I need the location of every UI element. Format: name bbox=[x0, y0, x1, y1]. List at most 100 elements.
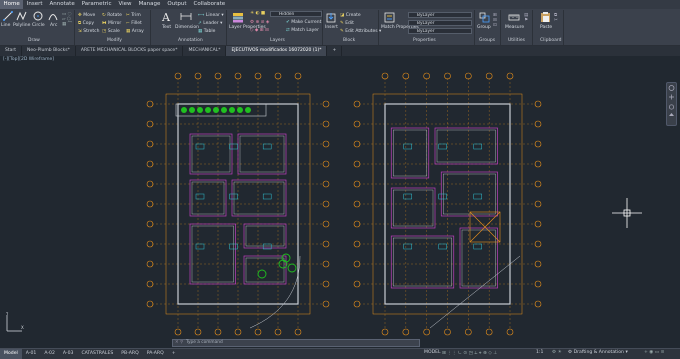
file-tab[interactable]: EJECUTIVOS modificados 16072020 (1)* bbox=[226, 46, 328, 56]
annotation-toggles[interactable]: ⚙ ☀ bbox=[552, 350, 562, 355]
text-icon[interactable]: A bbox=[161, 11, 171, 22]
insert-icon[interactable] bbox=[326, 12, 337, 23]
layout-tab[interactable]: Model bbox=[0, 349, 22, 359]
ribbon-tab-output[interactable]: Output bbox=[164, 0, 190, 9]
annotation-panel-label[interactable]: Annotation bbox=[178, 38, 203, 43]
linear-button[interactable]: ⟷ Linear ▾ bbox=[198, 13, 224, 18]
polyline-icon[interactable] bbox=[16, 11, 27, 21]
grid-axis-bubble bbox=[423, 328, 430, 336]
ribbon-tab-home[interactable]: Home bbox=[0, 0, 24, 9]
move-button[interactable]: ✥ Move bbox=[78, 13, 95, 18]
file-tab[interactable]: ARETE MECHANICAL BLOCKS paper space* bbox=[76, 46, 184, 56]
layer-properties-icon[interactable] bbox=[232, 12, 244, 23]
model-space-button[interactable]: MODEL bbox=[424, 350, 441, 355]
layout-tab[interactable]: PA-ARQ bbox=[143, 349, 168, 359]
layer-tools-row1[interactable]: ⚙ ⊕ ⊘ ◈ bbox=[250, 20, 269, 25]
clipboard-panel-label[interactable]: Clipboard bbox=[540, 38, 562, 43]
layout-tab[interactable]: A-02 bbox=[40, 349, 59, 359]
layer-dropdown[interactable]: Hidden bbox=[270, 11, 322, 17]
linetype-dropdown[interactable]: ByLayer bbox=[408, 20, 472, 26]
workspace-switcher[interactable]: ⚙ Drafting & Annotation ▾ bbox=[568, 350, 628, 355]
room-inner-wall bbox=[233, 181, 285, 215]
measure-icon[interactable] bbox=[508, 12, 520, 23]
modify-panel-label[interactable]: Modify bbox=[107, 38, 122, 43]
room-inner-wall bbox=[393, 129, 427, 177]
group-button[interactable]: Group bbox=[477, 25, 491, 30]
measure-button[interactable]: Measure bbox=[505, 25, 524, 30]
dimension-button[interactable]: Dimension bbox=[175, 25, 199, 30]
rotate-button[interactable]: ↻ Rotate bbox=[102, 13, 122, 18]
insert-button[interactable]: Insert bbox=[325, 25, 338, 30]
groups-panel-label[interactable]: Groups bbox=[479, 38, 495, 43]
polyline-button[interactable]: Polyline bbox=[13, 23, 30, 28]
paste-button[interactable]: Paste bbox=[540, 25, 552, 30]
edit-attributes-button[interactable]: ✎ Edit Attributes ▾ bbox=[340, 29, 381, 34]
command-line[interactable]: ✕ ⚲ Type a command bbox=[172, 339, 420, 347]
panel-separator bbox=[378, 10, 379, 45]
match-layer-button[interactable]: ⇄ Match Layer bbox=[286, 28, 319, 33]
circle-icon[interactable] bbox=[33, 11, 43, 21]
ribbon-tab-annotate[interactable]: Annotate bbox=[46, 0, 78, 9]
mirror-button[interactable]: ⧓ Mirror bbox=[102, 21, 121, 26]
clipboard-tools[interactable]: ⧉ ✂ bbox=[554, 13, 558, 23]
layout-tab[interactable]: CATASTRALES bbox=[77, 349, 117, 359]
copy-button[interactable]: ⧉ Copy bbox=[78, 21, 94, 26]
fillet-label: Fillet bbox=[131, 21, 142, 26]
line-icon[interactable] bbox=[3, 11, 13, 21]
leader-button[interactable]: ↗ Leader ▾ bbox=[198, 21, 222, 26]
add-layout-button[interactable]: + bbox=[168, 349, 180, 359]
ribbon-tab-insert[interactable]: Insert bbox=[23, 0, 46, 9]
ribbon-tab-parametric[interactable]: Parametric bbox=[78, 0, 115, 9]
navigation-bar[interactable] bbox=[666, 82, 677, 126]
layout-tab[interactable]: A-03 bbox=[59, 349, 78, 359]
match-properties-icon[interactable] bbox=[384, 12, 395, 23]
layer-state-icons[interactable]: ☀ ◐ ■ bbox=[250, 11, 265, 16]
room-outline bbox=[434, 127, 498, 165]
stretch-button[interactable]: ⇲ Stretch bbox=[78, 29, 99, 34]
fillet-button[interactable]: ⌐ Fillet bbox=[126, 21, 142, 26]
draw-panel-label[interactable]: Draw bbox=[28, 38, 40, 43]
array-label: Array bbox=[131, 29, 144, 34]
file-tab[interactable]: MECHANICAL* bbox=[183, 46, 227, 56]
utility-tools[interactable]: ▤ ⚑ bbox=[524, 13, 528, 23]
layer-tools-row2[interactable]: ◇ ◆ ⊞ ⊟ bbox=[250, 28, 269, 33]
properties-panel-label[interactable]: Properties bbox=[413, 38, 436, 43]
layers-panel-label[interactable]: Layers bbox=[270, 38, 285, 43]
utilities-panel-label[interactable]: Utilities bbox=[508, 38, 525, 43]
table-button[interactable]: ▦ Table bbox=[198, 29, 215, 34]
grid-axis-bubble bbox=[322, 120, 330, 128]
create-block-button[interactable]: ◪ Create bbox=[340, 13, 361, 18]
draw-tools-grid[interactable]: ▭ ◌ ▱ ⬡ ▦ ⌒ bbox=[62, 12, 72, 27]
arc-icon[interactable] bbox=[48, 11, 58, 21]
ribbon-tab-manage[interactable]: Manage bbox=[135, 0, 164, 9]
grid-axis-bubble bbox=[322, 160, 330, 168]
lineweight-dropdown[interactable]: ByLayer bbox=[408, 28, 472, 34]
paste-icon[interactable] bbox=[540, 11, 551, 23]
drawing-area[interactable]: [-][Top][2D Wireframe] Y X bbox=[0, 56, 680, 348]
group-icon[interactable] bbox=[479, 12, 490, 23]
ribbon-tab-view[interactable]: View bbox=[115, 0, 135, 9]
drafting-toggles[interactable]: ⊞ ⋮⋮ ∟ ⊙ ◳ ⟂ ⌖ ⊕ ◇ ⊥ bbox=[442, 350, 497, 356]
trim-button[interactable]: ✂ Trim bbox=[126, 13, 141, 18]
new-tab-button[interactable]: + bbox=[327, 46, 343, 56]
ribbon-tab-collaborate[interactable]: Collaborate bbox=[190, 0, 229, 9]
make-current-button[interactable]: ✔ Make Current bbox=[286, 20, 321, 25]
annotation-scale[interactable]: 1:1 bbox=[536, 350, 543, 355]
arc-button[interactable]: Arc bbox=[50, 23, 57, 28]
status-bar-tools[interactable]: + ◉ ▭ ≡ bbox=[644, 350, 664, 355]
file-tab[interactable]: Neo-Plumb Blocks* bbox=[22, 46, 76, 56]
edit-block-button[interactable]: ✎ Edit bbox=[340, 21, 354, 26]
group-tools[interactable]: ⊞ ⊟ ⊡ bbox=[493, 13, 497, 28]
scale-button[interactable]: ◳ Scale bbox=[102, 29, 120, 34]
block-panel-label[interactable]: Block bbox=[343, 38, 355, 43]
color-dropdown[interactable]: ByLayer bbox=[408, 12, 472, 18]
layout-tab[interactable]: A-01 bbox=[22, 349, 41, 359]
file-tab[interactable]: Start bbox=[0, 46, 22, 56]
line-button[interactable]: Line bbox=[1, 23, 10, 28]
circle-button[interactable]: Circle bbox=[32, 23, 45, 28]
array-button[interactable]: ▦ Array bbox=[126, 29, 144, 34]
text-button[interactable]: Text bbox=[162, 25, 171, 30]
panel-separator bbox=[322, 10, 323, 45]
layout-tab[interactable]: PB-ARQ bbox=[117, 349, 142, 359]
dimension-icon[interactable] bbox=[180, 11, 192, 22]
